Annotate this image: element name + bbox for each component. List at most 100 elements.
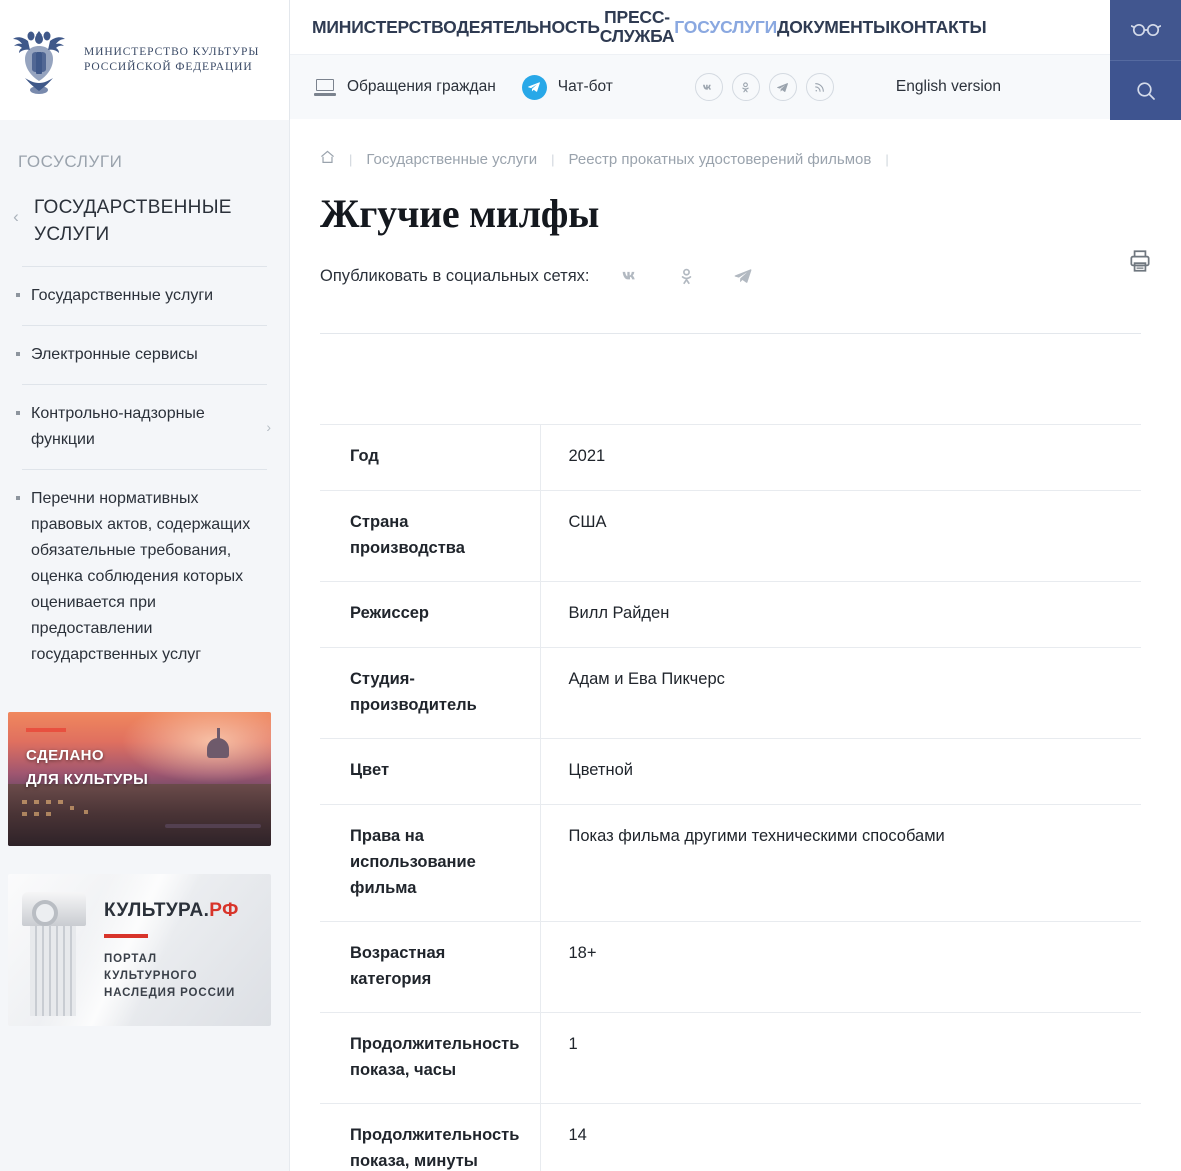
table-cell-value: 2021: [568, 447, 606, 465]
banner-title-main: КУЛЬТУРА.: [104, 900, 210, 921]
cathedral-dome-graphic: [203, 728, 233, 776]
search-button[interactable]: [1110, 60, 1181, 120]
table-cell-key: Страна производства: [320, 490, 541, 582]
english-version-link[interactable]: English version: [896, 78, 1001, 96]
chevron-left-icon[interactable]: ‹: [8, 194, 24, 229]
odnoklassniki-icon[interactable]: [731, 73, 760, 101]
table-cell-value: Показ фильма другими техническими способ…: [568, 827, 945, 845]
ionic-column-graphic: [12, 892, 90, 1016]
banner-title: КУЛЬТУРА.РФ: [104, 900, 239, 921]
bullet-icon: [16, 352, 20, 356]
table-cell-key: Права на использование фильма: [320, 804, 541, 922]
share-icons: [620, 265, 754, 287]
nav-item-press-service[interactable]: ПРЕСС- СЛУЖБА: [600, 8, 675, 46]
table-row: Возрастная категория 18+: [320, 921, 1141, 1013]
site-logo-text: МИНИСТЕРСТВО КУЛЬТУРЫ РОССИЙСКОЙ ФЕДЕРАЦ…: [84, 45, 259, 75]
table-row: Страна производства США: [320, 490, 1141, 582]
citizen-appeals-link[interactable]: Обращения граждан: [314, 78, 496, 96]
table-row: Цвет Цветной: [320, 738, 1141, 805]
table-cell-value: Цветной: [568, 761, 633, 779]
breadcrumb-home-link[interactable]: [320, 150, 335, 168]
sidebar-item-label: Электронные сервисы: [31, 346, 198, 363]
sidebar-item-elektronnye-servisy[interactable]: Электронные сервисы: [0, 326, 289, 384]
rss-icon[interactable]: [805, 73, 834, 101]
banner-line-2: ДЛЯ КУЛЬТУРЫ: [26, 771, 149, 788]
telegram-icon[interactable]: [732, 265, 754, 287]
chatbot-link[interactable]: Чат-бот: [521, 74, 613, 100]
sidebar-section-title: ГОСУДАРСТВЕННЫЕ УСЛУГИ: [34, 197, 232, 245]
film-details-table: Год 2021 Страна производства США Режиссе…: [320, 424, 1141, 1171]
sidebar-item-kontrolno-nadzornye-funkcii[interactable]: Контрольно-надзорные функции ›: [0, 385, 289, 469]
page-body: ГОСУСЛУГИ ‹ ГОСУДАРСТВЕННЫЕ УСЛУГИ Госуд…: [0, 120, 1181, 1171]
table-cell-value: 18+: [568, 944, 597, 962]
banner-sub-1: ПОРТАЛ: [104, 953, 157, 965]
telegram-icon[interactable]: [768, 73, 797, 101]
vk-icon[interactable]: [620, 265, 642, 287]
breadcrumb: | Государственные услуги | Реестр прокат…: [320, 120, 1141, 168]
page-root: МИНИСТЕРСТВО КУЛЬТУРЫ РОССИЙСКОЙ ФЕДЕРАЦ…: [0, 0, 1181, 1171]
sidebar-item-label: Перечни нормативных правовых актов, соде…: [31, 490, 251, 663]
banner-accent-rule: [104, 934, 148, 938]
site-header: МИНИСТЕРСТВО КУЛЬТУРЫ РОССИЙСКОЙ ФЕДЕРАЦ…: [0, 0, 1181, 120]
table-cell-value: Вилл Райден: [568, 604, 670, 622]
banner-text: КУЛЬТУРА.РФ ПОРТАЛ КУЛЬТУРНОГО НАСЛЕДИЯ …: [104, 900, 239, 1002]
site-logo[interactable]: МИНИСТЕРСТВО КУЛЬТУРЫ РОССИЙСКОЙ ФЕДЕРАЦ…: [0, 0, 290, 120]
breadcrumb-separator: |: [885, 151, 889, 167]
primary-nav: МИНИСТЕРСТВО ДЕЯТЕЛЬНОСТЬ ПРЕСС- СЛУЖБА …: [290, 0, 1110, 55]
nav-item-press-service-line2: СЛУЖБА: [599, 26, 675, 46]
table-cell-key: Режиссер: [320, 581, 541, 648]
logo-line-1: МИНИСТЕРСТВО КУЛЬТУРЫ: [84, 46, 260, 58]
share-label: Опубликовать в социальных сетях:: [320, 266, 590, 285]
bullet-icon: [16, 293, 20, 297]
home-icon: [321, 150, 334, 164]
sidebar: ГОСУСЛУГИ ‹ ГОСУДАРСТВЕННЫЕ УСЛУГИ Госуд…: [0, 120, 290, 1171]
header-action-buttons: [1110, 0, 1181, 120]
vk-icon[interactable]: [694, 73, 723, 101]
banner-sub-2: КУЛЬТУРНОГО: [104, 970, 198, 982]
table-row: Продолжительность показа, часы 1: [320, 1012, 1141, 1104]
bullet-icon: [16, 411, 20, 415]
banner-kultura-rf[interactable]: КУЛЬТУРА.РФ ПОРТАЛ КУЛЬТУРНОГО НАСЛЕДИЯ …: [8, 874, 271, 1026]
nav-item-activity[interactable]: ДЕЯТЕЛЬНОСТЬ: [456, 17, 599, 37]
banner-title-accent: РФ: [209, 900, 239, 921]
breadcrumb-item-registry[interactable]: Реестр прокатных удостоверений фильмов: [569, 151, 872, 168]
header-social-links: [694, 73, 834, 101]
table-row: Режиссер Вилл Райден: [320, 581, 1141, 648]
telegram-icon: [521, 74, 547, 100]
odnoklassniki-icon[interactable]: [676, 265, 698, 287]
nav-item-ministry[interactable]: МИНИСТЕРСТВО: [312, 17, 457, 37]
breadcrumb-separator: |: [551, 151, 555, 167]
table-cell-key: Год: [320, 424, 541, 491]
banner-accent-rule: [26, 728, 66, 732]
glasses-icon: [1130, 23, 1161, 37]
print-button[interactable]: [1127, 248, 1153, 274]
table-row: Год 2021: [320, 424, 1141, 491]
nav-item-gosuslugi[interactable]: ГОСУСЛУГИ: [674, 17, 777, 37]
accessibility-version-button[interactable]: [1110, 0, 1181, 60]
header-main-area: МИНИСТЕРСТВО ДЕЯТЕЛЬНОСТЬ ПРЕСС- СЛУЖБА …: [290, 0, 1110, 120]
share-row: Опубликовать в социальных сетях:: [320, 265, 1141, 287]
russian-coat-of-arms-icon: [8, 22, 70, 98]
sidebar-kicker: ГОСУСЛУГИ: [18, 152, 123, 171]
nav-item-documents[interactable]: ДОКУМЕНТЫ: [777, 17, 890, 37]
sidebar-item-label: Государственные услуги: [31, 287, 214, 304]
table-row: Студия-производитель Адам и Ева Пикчерс: [320, 647, 1141, 739]
sidebar-item-gosudarstvennye-uslugi[interactable]: Государственные услуги: [0, 267, 289, 325]
sidebar-section-header[interactable]: ‹ ГОСУДАРСТВЕННЫЕ УСЛУГИ: [0, 194, 289, 248]
main-content: | Государственные услуги | Реестр прокат…: [290, 120, 1181, 1171]
table-cell-value: 1: [568, 1035, 578, 1053]
chevron-right-icon[interactable]: ›: [266, 419, 271, 435]
nav-item-contacts[interactable]: КОНТАКТЫ: [890, 17, 987, 37]
table-cell-key: Возрастная категория: [320, 921, 541, 1013]
banner-sdelano-dlya-kultury[interactable]: СДЕЛАНО ДЛЯ КУЛЬТУРЫ: [8, 712, 271, 846]
table-cell-key: Продолжительность показа, минуты: [320, 1103, 541, 1171]
sidebar-item-perechni-npa[interactable]: Перечни нормативных правовых актов, соде…: [0, 470, 289, 684]
cityscape-graphic: [8, 784, 271, 846]
chatbot-label: Чат-бот: [557, 78, 613, 95]
bullet-icon: [16, 496, 20, 500]
table-cell-value: Адам и Ева Пикчерс: [568, 670, 725, 688]
banner-line-1: СДЕЛАНО: [26, 747, 104, 764]
breadcrumb-item-gosuslugi[interactable]: Государственные услуги: [366, 151, 537, 168]
nav-item-press-service-line1: ПРЕСС-: [604, 7, 670, 27]
table-row: Права на использование фильма Показ филь…: [320, 804, 1141, 922]
